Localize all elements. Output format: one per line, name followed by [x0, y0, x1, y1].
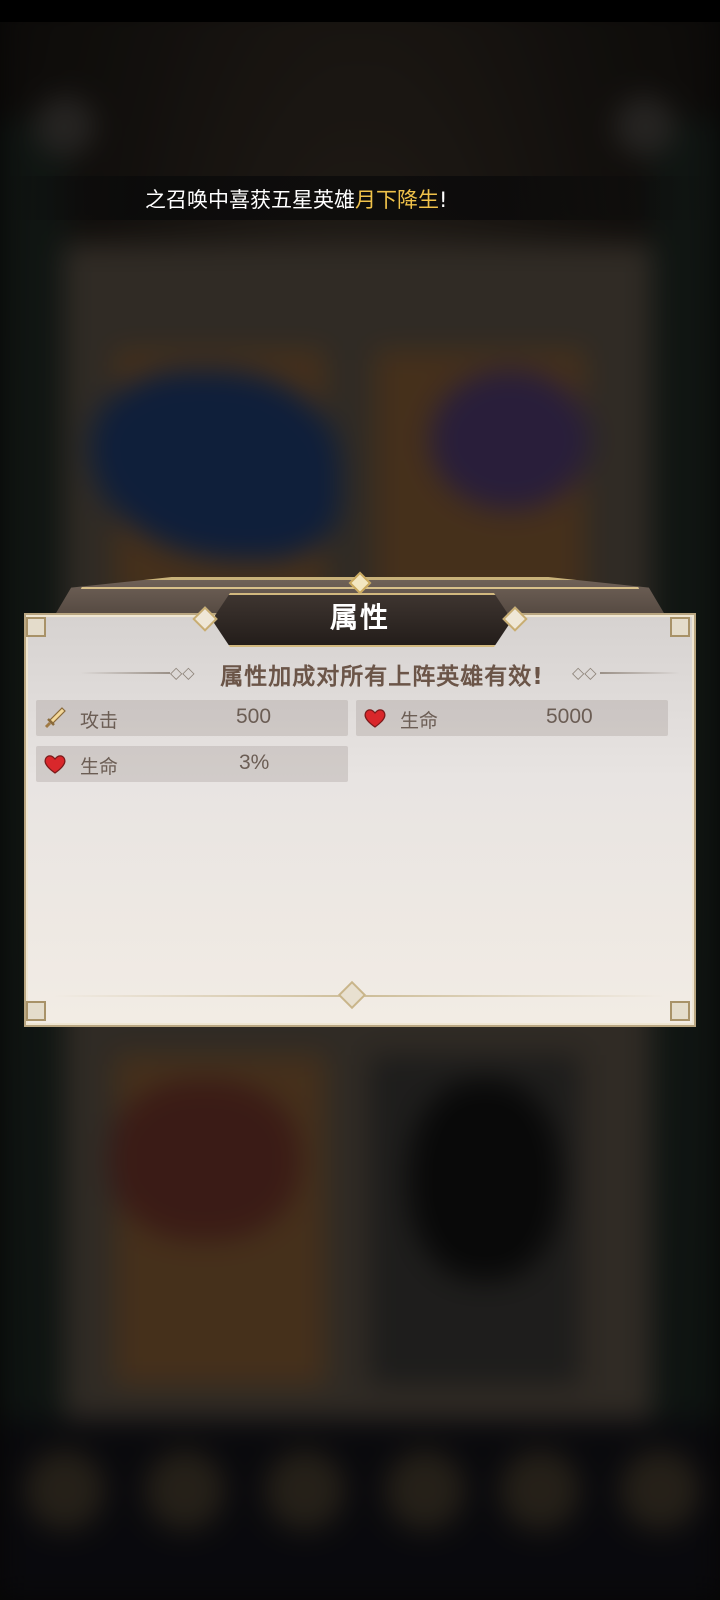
- dialog-subtitle: 属性加成对所有上阵英雄有效!: [220, 664, 544, 690]
- corner-ornament-icon: [670, 617, 690, 637]
- corner-ornament-icon: [26, 617, 46, 637]
- corner-ornament-icon: [26, 1001, 46, 1021]
- stat-value: 500: [236, 705, 272, 728]
- divider: [600, 672, 680, 674]
- stat-label: 生命: [80, 756, 119, 778]
- dialog-title: 属性: [329, 601, 390, 634]
- heart-icon: [364, 709, 386, 728]
- stat-label: 攻击: [80, 710, 119, 732]
- stat-row-life: 生命 5000: [356, 700, 668, 736]
- heart-icon: [44, 755, 66, 774]
- announcement-text: 之召唤中喜获五星英雄月下降生!: [145, 188, 448, 212]
- subtitle-row: ◇◇ 属性加成对所有上阵英雄有效! ◇◇: [60, 655, 680, 691]
- hero-name-highlight: 月下降生: [355, 188, 439, 212]
- diamond-ornament-icon: ◇◇: [170, 665, 195, 682]
- divider: [80, 672, 170, 674]
- stat-label: 生命: [400, 710, 439, 732]
- stat-row-life-percent: 生命 3%: [36, 746, 348, 782]
- stat-row-attack: 攻击 500: [36, 700, 348, 736]
- corner-ornament-icon: [670, 1001, 690, 1021]
- sword-icon: [44, 707, 66, 729]
- stat-value: 3%: [239, 751, 270, 774]
- diamond-ornament-icon: ◇◇: [572, 665, 597, 682]
- stat-value: 5000: [546, 705, 593, 728]
- attribute-dialog: 属性 ◇◇ 属性加成对所有上阵英雄有效! ◇◇ 攻击 500 生命 5000 生…: [24, 571, 696, 1027]
